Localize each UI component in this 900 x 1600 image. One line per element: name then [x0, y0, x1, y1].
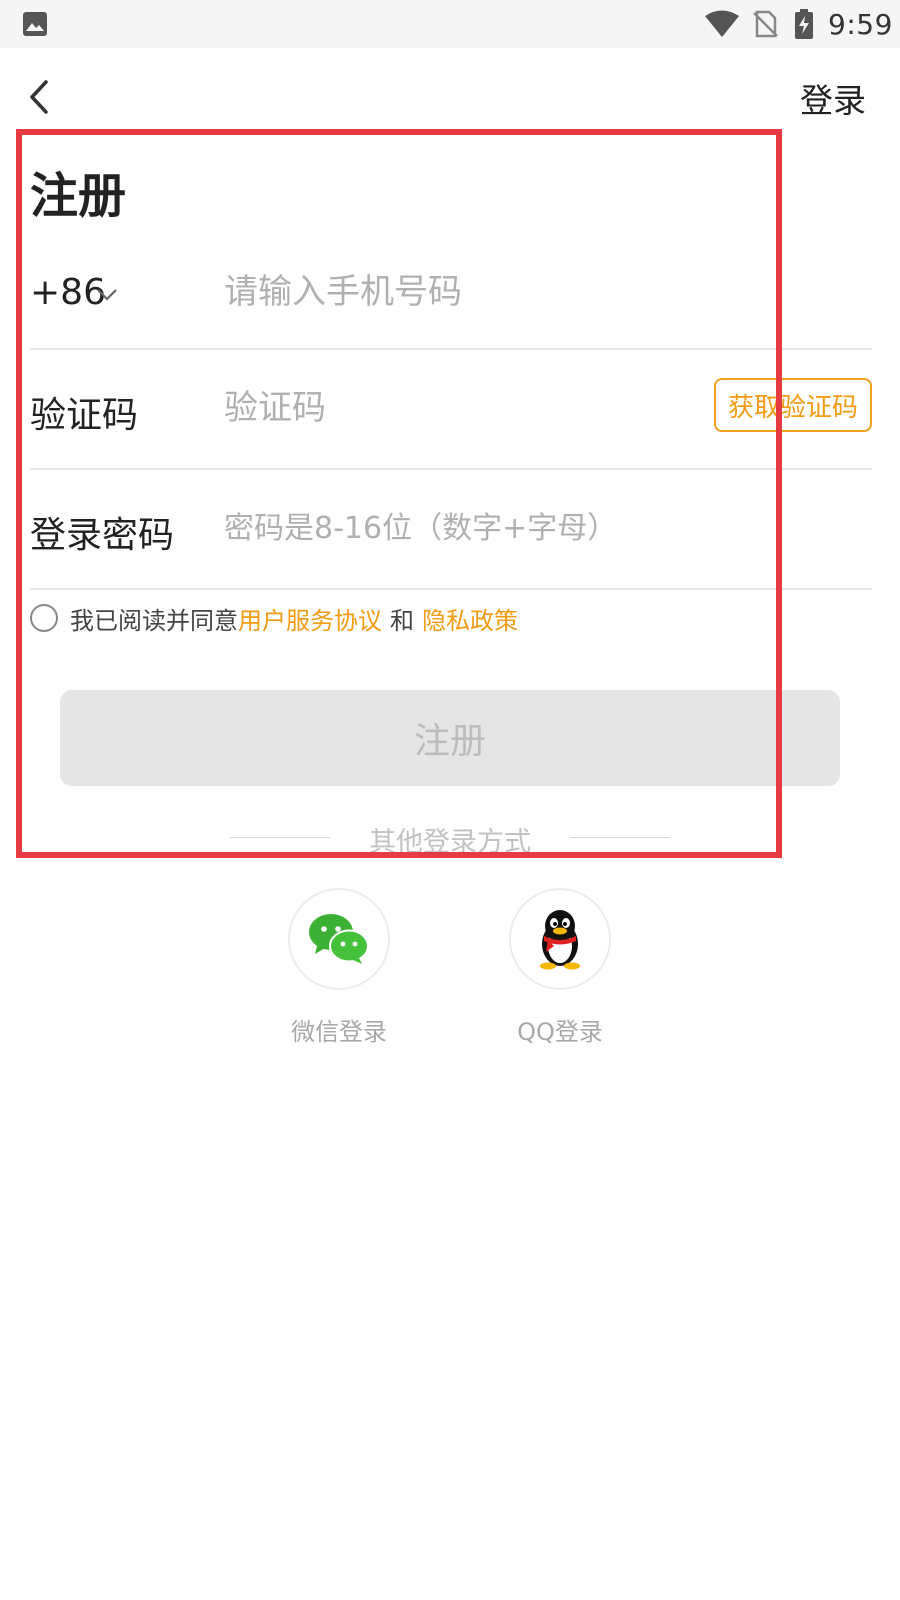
other-login-divider: 其他登录方式: [230, 820, 670, 858]
chevron-left-icon[interactable]: [26, 78, 52, 116]
page-title: 注册: [30, 168, 127, 224]
country-code: +86: [30, 272, 106, 313]
qq-icon: [540, 910, 580, 970]
phone-row: +86: [30, 236, 872, 350]
password-input[interactable]: [224, 506, 684, 550]
verify-code-label: 验证码: [30, 395, 139, 436]
battery-charging-icon: [795, 9, 813, 39]
phone-input[interactable]: [224, 270, 684, 314]
status-time: 9:59: [828, 8, 893, 41]
qq-login[interactable]: QQ登录: [500, 888, 620, 1047]
qq-login-circle[interactable]: [509, 888, 611, 990]
gallery-icon: [23, 12, 47, 36]
verify-code-row: 验证码 获取验证码: [30, 348, 872, 470]
register-button[interactable]: 注册: [60, 690, 840, 786]
other-login-title: 其他登录方式: [369, 827, 531, 858]
privacy-link[interactable]: 隐私政策: [422, 601, 518, 636]
agreement-and: 和: [390, 606, 414, 635]
chevron-down-icon[interactable]: [96, 288, 118, 302]
wechat-icon: [309, 914, 369, 964]
login-link[interactable]: 登录: [800, 74, 866, 122]
no-sim-icon: [753, 10, 778, 38]
wechat-login-circle[interactable]: [288, 888, 390, 990]
get-code-button[interactable]: 获取验证码: [714, 378, 872, 432]
verify-code-input[interactable]: [224, 386, 524, 430]
wechat-login[interactable]: 微信登录: [279, 888, 399, 1047]
terms-link[interactable]: 用户服务协议: [238, 601, 382, 636]
status-bar: 9:59: [0, 0, 900, 48]
qq-login-label: QQ登录: [517, 1018, 603, 1046]
password-row: 登录密码: [30, 468, 872, 590]
wifi-icon: [705, 10, 739, 37]
wechat-login-label: 微信登录: [291, 1018, 387, 1046]
agreement-radio[interactable]: [30, 604, 58, 632]
password-label: 登录密码: [30, 515, 175, 556]
country-code-selector[interactable]: +86: [30, 272, 106, 313]
divider-line-right: [570, 837, 670, 838]
agreement-prefix: 我已阅读并同意: [70, 606, 238, 635]
agreement-row: 我已阅读并同意 用户服务协议 和 隐私政策: [30, 598, 518, 638]
